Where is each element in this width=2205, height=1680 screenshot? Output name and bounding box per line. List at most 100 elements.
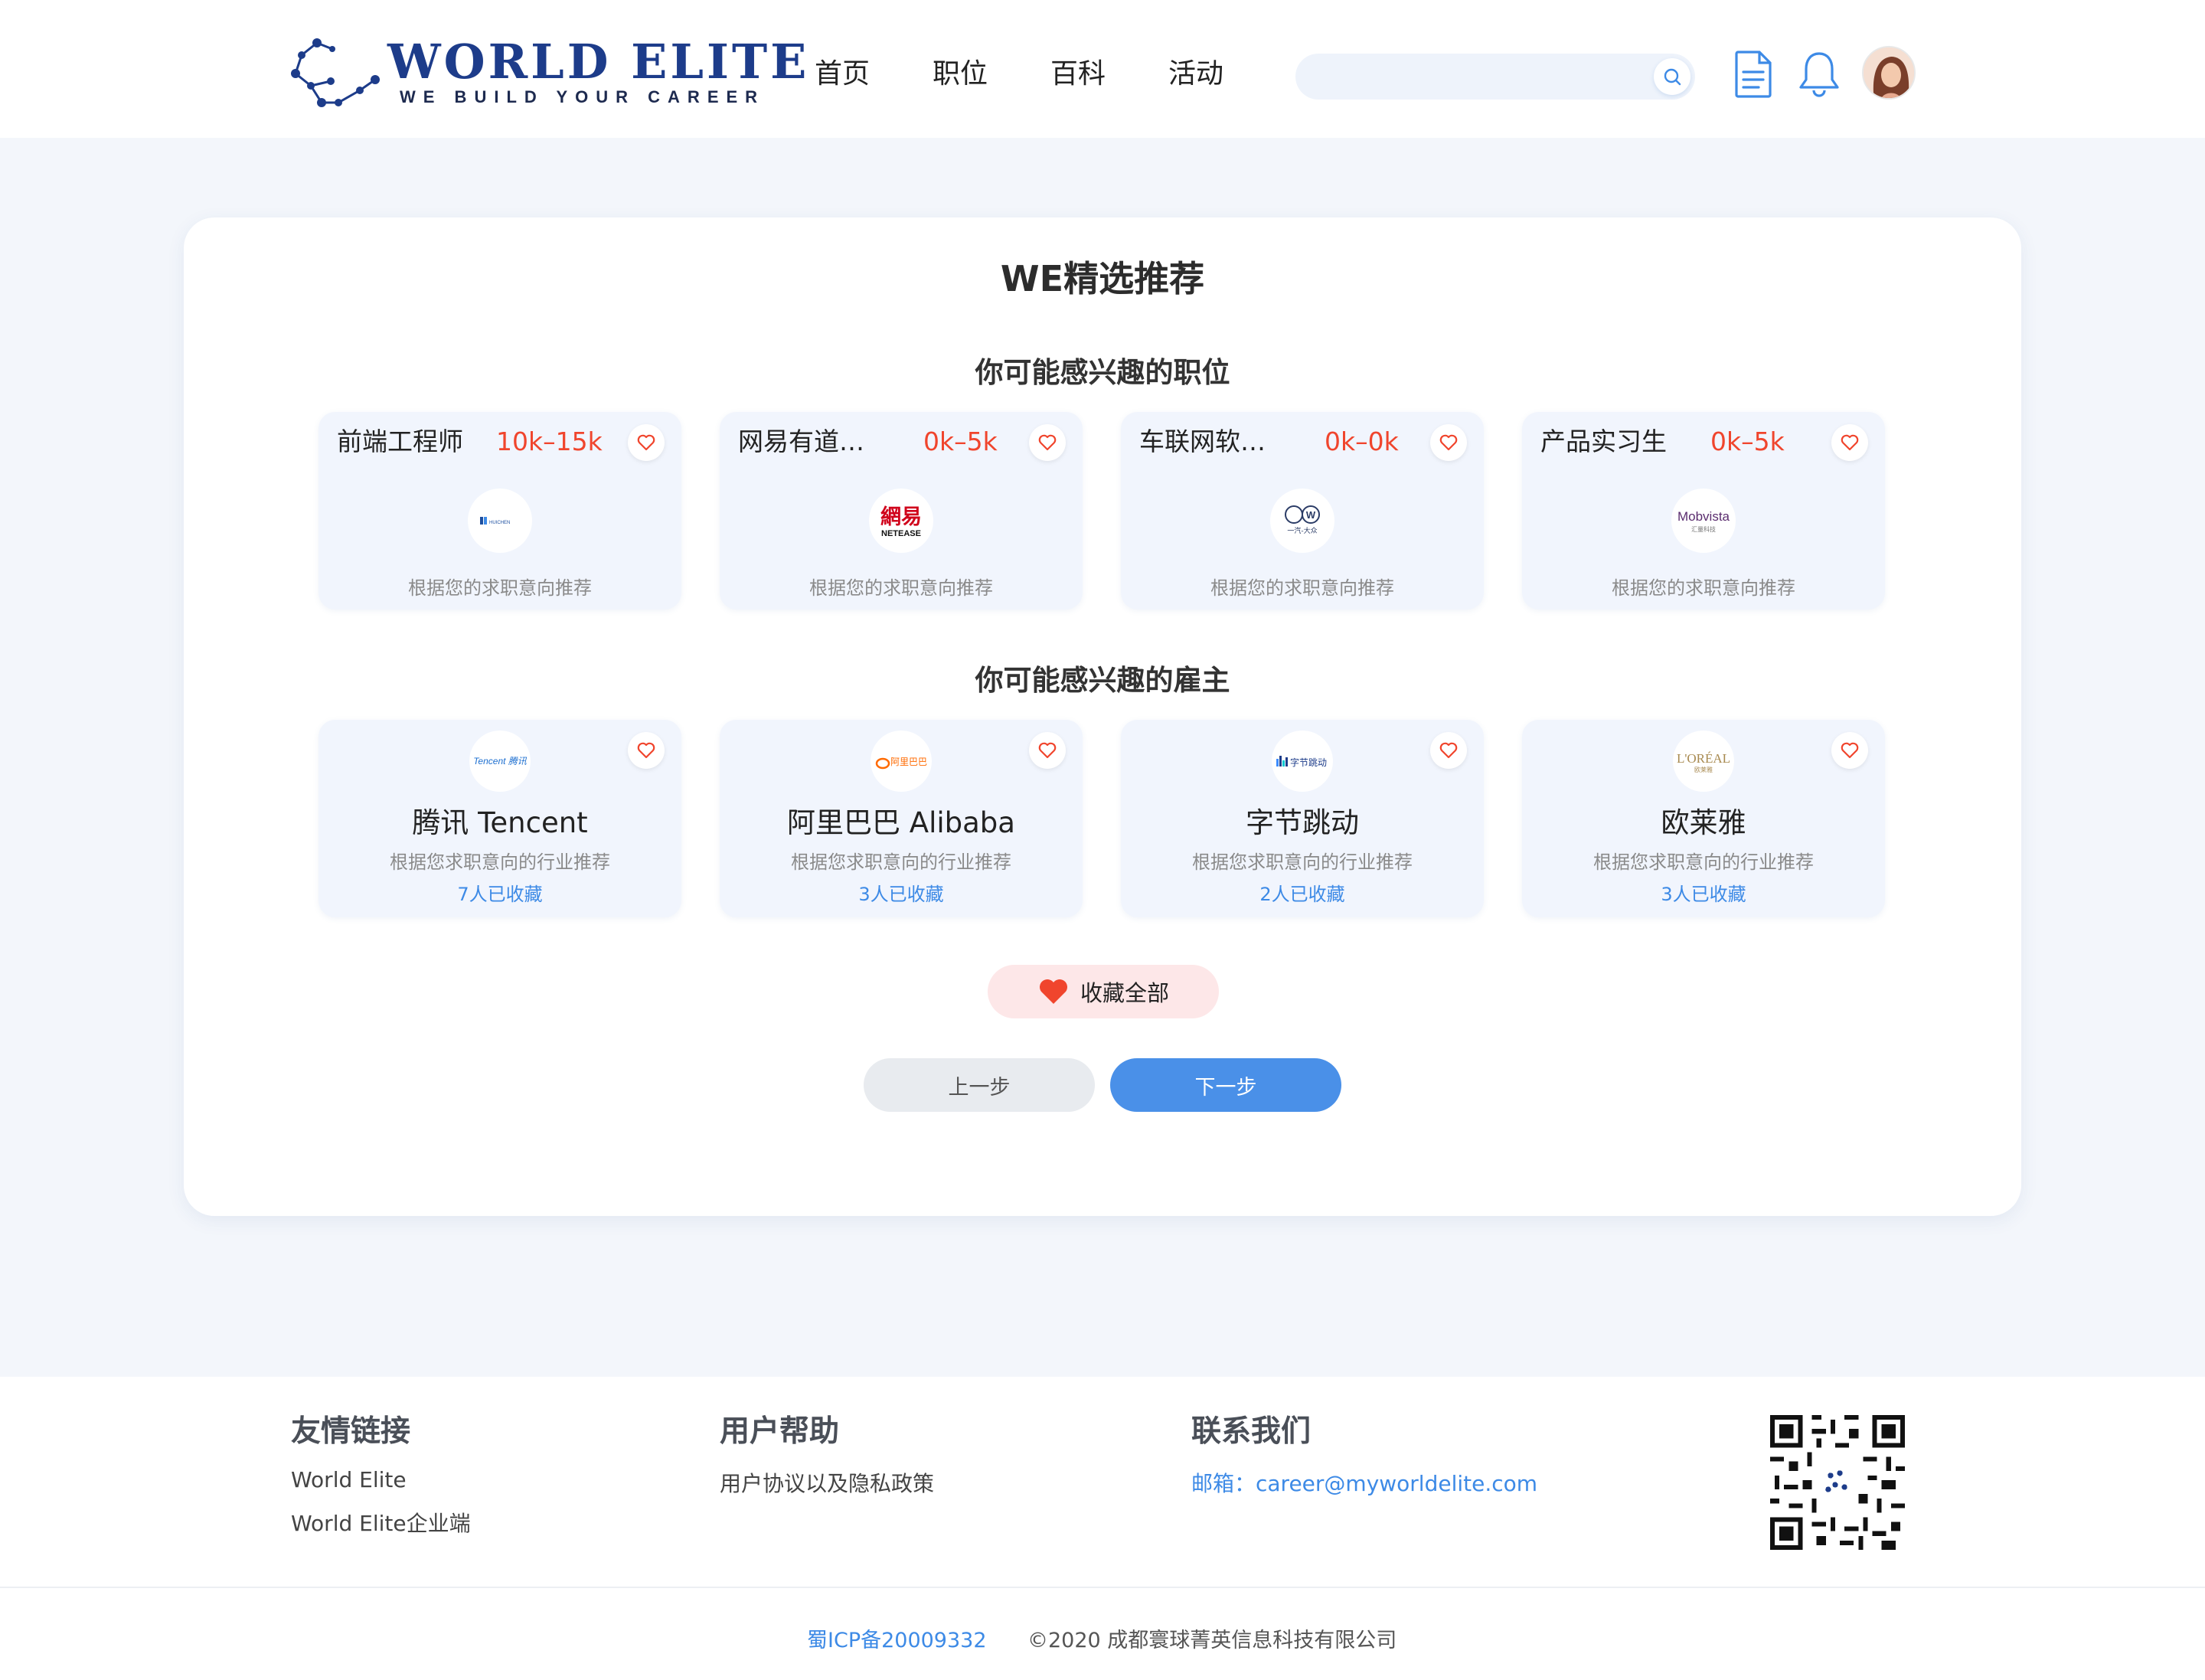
footer-link-privacy[interactable]: 用户协议以及隐私政策 xyxy=(720,1467,934,1498)
job-card[interactable]: 网易有道图… 0k–5k 網易 NETEASE 根据您的求职意向推荐 xyxy=(720,412,1083,610)
company-logo: W 一汽-大众 xyxy=(1270,489,1334,553)
svg-text:汇量科技: 汇量科技 xyxy=(1691,525,1716,533)
svg-text:網易: 網易 xyxy=(880,505,922,529)
recommend-reason: 根据您求职意向的行业推荐 xyxy=(1593,851,1814,873)
company-logo: L'ORÉAL 欧莱雅 xyxy=(1673,731,1734,792)
copyright-bar: 蜀ICP备20009332 ©2020 成都寰球菁英信息科技有限公司 xyxy=(0,1587,2205,1680)
recommend-reason: 根据您的求职意向推荐 xyxy=(408,577,592,599)
job-card[interactable]: 车联网软件… 0k–0k W 一汽-大众 根据您的求职意向推荐 xyxy=(1121,412,1484,610)
job-title: 产品实习生 xyxy=(1540,427,1667,456)
search-icon xyxy=(1664,68,1681,86)
svg-text:字节跳动: 字节跳动 xyxy=(1290,757,1327,768)
user-help-title: 用户帮助 xyxy=(720,1414,840,1449)
svg-text:NETEASE: NETEASE xyxy=(881,529,921,538)
favorite-button[interactable] xyxy=(1430,732,1467,769)
recommend-reason: 根据您的求职意向推荐 xyxy=(809,577,993,599)
next-step-button[interactable]: 下一步 xyxy=(1110,1058,1341,1112)
site-footer: 友情链接 World Elite World Elite企业端 用户帮助 用户协… xyxy=(0,1377,2205,1587)
collect-all-label: 收藏全部 xyxy=(1080,980,1169,1006)
nav-home[interactable]: 首页 xyxy=(815,55,870,93)
search-button[interactable] xyxy=(1654,58,1690,95)
employer-name: 阿里巴巴 Alibaba xyxy=(787,806,1015,839)
job-title: 网易有道图… xyxy=(738,427,884,456)
employer-name: 腾讯 Tencent xyxy=(412,806,588,839)
logo-tagline: WE BUILD YOUR CAREER xyxy=(400,87,766,106)
employers-section-title: 你可能感兴趣的雇主 xyxy=(975,664,1230,697)
employer-card[interactable]: Tencent 腾讯 腾讯 Tencent 根据您求职意向的行业推荐 7人已收藏 xyxy=(318,720,681,917)
recommend-reason: 根据您的求职意向推荐 xyxy=(1210,577,1394,599)
favorite-button[interactable] xyxy=(1029,732,1066,769)
svg-text:HUICHEN: HUICHEN xyxy=(489,521,510,525)
footer-link-world-elite[interactable]: World Elite xyxy=(291,1467,407,1492)
job-card[interactable]: 产品实习生 0k–5k Mobvista 汇量科技 根据您的求职意向推荐 xyxy=(1522,412,1885,610)
footer-link-enterprise[interactable]: World Elite企业端 xyxy=(291,1507,471,1538)
svg-text:L'ORÉAL: L'ORÉAL xyxy=(1677,751,1730,766)
bell-icon[interactable] xyxy=(1796,49,1842,100)
heart-outline-icon xyxy=(1841,434,1859,451)
job-card[interactable]: 前端工程师 10k–15k HUICHEN 根据您的求职意向推荐 xyxy=(318,412,681,610)
faw-volkswagen-logo-icon: W 一汽-大众 xyxy=(1285,505,1320,535)
company-logo: Mobvista 汇量科技 xyxy=(1671,489,1736,553)
previous-step-button[interactable]: 上一步 xyxy=(864,1058,1095,1112)
logo-title: WORLD ELITE xyxy=(387,34,810,90)
tencent-logo-icon: Tencent 腾讯 xyxy=(473,756,528,766)
recommend-reason: 根据您求职意向的行业推荐 xyxy=(1192,851,1413,873)
molecule-logo-icon xyxy=(291,38,380,107)
nav-jobs[interactable]: 职位 xyxy=(933,55,988,93)
copyright-text: ©2020 成都寰球菁英信息科技有限公司 xyxy=(1027,1629,1397,1652)
recommend-reason: 根据您求职意向的行业推荐 xyxy=(390,851,610,873)
company-logo: 阿里巴巴 xyxy=(871,731,932,792)
svg-text:阿里巴巴: 阿里巴巴 xyxy=(890,757,927,767)
search-input[interactable] xyxy=(1295,54,1695,100)
friend-links-title: 友情链接 xyxy=(291,1414,411,1449)
nav-events[interactable]: 活动 xyxy=(1168,55,1223,93)
user-avatar[interactable] xyxy=(1862,46,1916,100)
employer-card[interactable]: L'ORÉAL 欧莱雅 欧莱雅 根据您求职意向的行业推荐 3人已收藏 xyxy=(1522,720,1885,917)
svg-text:Tencent 腾讯: Tencent 腾讯 xyxy=(473,756,528,766)
company-logo: HUICHEN xyxy=(468,489,532,553)
heart-filled-icon xyxy=(1039,979,1067,1004)
heart-outline-icon xyxy=(637,742,655,759)
job-title: 车联网软件… xyxy=(1139,427,1285,456)
job-salary: 0k–5k xyxy=(1710,427,1785,456)
company-logo: 網易 NETEASE xyxy=(869,489,933,553)
company-logo: 字节跳动 xyxy=(1272,731,1333,792)
favorite-count: 7人已收藏 xyxy=(457,884,543,905)
resume-document-icon[interactable] xyxy=(1730,49,1776,100)
job-salary: 10k–15k xyxy=(496,427,603,456)
favorite-button[interactable] xyxy=(628,732,665,769)
collect-all-button[interactable]: 收藏全部 xyxy=(988,965,1219,1018)
job-salary: 0k–5k xyxy=(923,427,998,456)
heart-outline-icon xyxy=(1439,742,1458,759)
huichen-logo-icon: HUICHEN xyxy=(480,517,510,525)
favorite-button[interactable] xyxy=(628,424,665,461)
bytedance-logo-icon: 字节跳动 xyxy=(1276,756,1327,768)
icp-link[interactable]: 蜀ICP备20009332 xyxy=(807,1623,987,1653)
svg-text:一汽-大众: 一汽-大众 xyxy=(1287,526,1317,535)
favorite-button[interactable] xyxy=(1831,732,1868,769)
company-logo: Tencent 腾讯 xyxy=(469,731,531,792)
favorite-count: 3人已收藏 xyxy=(858,884,944,905)
contact-email-link[interactable]: 邮箱：career@myworldelite.com xyxy=(1191,1467,1537,1498)
recommend-reason: 根据您求职意向的行业推荐 xyxy=(791,851,1011,873)
favorite-button[interactable] xyxy=(1831,424,1868,461)
svg-text:Mobvista: Mobvista xyxy=(1677,509,1730,524)
employer-name: 字节跳动 xyxy=(1246,806,1359,839)
avatar-portrait-icon xyxy=(1864,47,1914,98)
employer-card[interactable]: 阿里巴巴 阿里巴巴 Alibaba 根据您求职意向的行业推荐 3人已收藏 xyxy=(720,720,1083,917)
heart-outline-icon xyxy=(637,434,655,451)
employer-card[interactable]: 字节跳动 字节跳动 根据您求职意向的行业推荐 2人已收藏 xyxy=(1121,720,1484,917)
favorite-button[interactable] xyxy=(1029,424,1066,461)
nav-wiki[interactable]: 百科 xyxy=(1050,55,1106,93)
world-elite-logo[interactable]: WORLD ELITE WE BUILD YOUR CAREER xyxy=(285,32,806,116)
alibaba-logo-icon: 阿里巴巴 xyxy=(875,757,927,770)
favorite-count: 2人已收藏 xyxy=(1259,884,1345,905)
netease-logo-icon: 網易 NETEASE xyxy=(880,505,922,538)
favorite-count: 3人已收藏 xyxy=(1661,884,1746,905)
favorite-button[interactable] xyxy=(1430,424,1467,461)
employer-name: 欧莱雅 xyxy=(1661,806,1746,839)
main-nav: 首页 职位 百科 活动 xyxy=(815,55,1286,93)
heart-outline-icon xyxy=(1841,742,1859,759)
svg-text:W: W xyxy=(1306,509,1316,521)
page-title: WE精选推荐 xyxy=(1000,258,1205,299)
